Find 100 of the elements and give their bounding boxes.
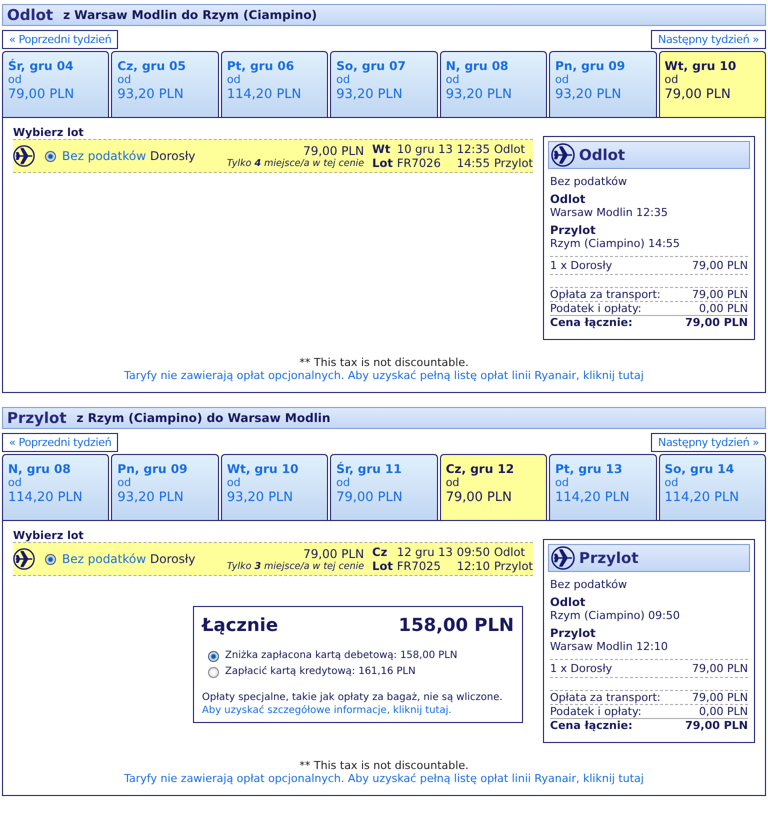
day-price: 93,20 PLN (117, 490, 185, 505)
passenger-count: 1 x Dorosły (550, 259, 612, 272)
day-price: 93,20 PLN (555, 87, 622, 102)
section-title: Przylot (7, 409, 67, 427)
flight-number: FR7025 (396, 559, 442, 573)
fare-radio[interactable] (45, 554, 56, 564)
payment-option-label: Zniżka zapłacona kartą debetową: 158,00 PLN (225, 650, 458, 661)
day-label: Śr, gru 04 (8, 59, 74, 73)
seats-note: Tylko 4 miejsce/a w tej cenie (226, 158, 364, 168)
from-label: od (555, 476, 570, 489)
day-tab[interactable]: N, gru 08 od 114,20 PLN (2, 454, 110, 520)
next-week-link[interactable]: Następny tydzień » (651, 433, 766, 452)
previous-week-link[interactable]: « Poprzedni tydzień (2, 30, 118, 49)
fare-type-link[interactable]: Bez podatków (62, 552, 146, 566)
day-price: 79,00 PLN (446, 490, 513, 505)
transport-fee-value: 79,00 PLN (692, 288, 748, 301)
payment-radio[interactable] (208, 667, 219, 678)
day-price: 79,00 PLN (664, 87, 732, 102)
tax-label: Podatek i opłaty: (550, 302, 642, 315)
fares-info-link[interactable]: Taryfy nie zawierają opłat opcjonalnych. Aby uzyskać pełną listę opłat linii Ryanair, kliknij tutaj (124, 772, 644, 785)
day-label: So, gru 14 (664, 462, 736, 476)
tax-note: ** This tax is not discountable. (299, 356, 469, 369)
day-label: N, gru 08 (8, 462, 72, 476)
total-title: Łącznie (202, 615, 278, 636)
passenger-price: 79,00 PLN (692, 259, 748, 272)
arrival-time: 14:55 (456, 156, 490, 170)
passenger-type: Dorosły (150, 149, 196, 163)
total-price-value: 79,00 PLN (685, 316, 748, 329)
previous-week-link[interactable]: « Poprzedni tydzień (2, 433, 118, 452)
choose-flight-label: Wybierz lot (13, 126, 85, 139)
passenger-price: 79,00 PLN (692, 662, 748, 675)
fare-price: 79,00 PLN (303, 546, 364, 560)
day-price: 114,20 PLN (664, 490, 740, 505)
flight-date: 12 gru 13 (396, 545, 453, 559)
flight-label: Lot (372, 156, 393, 170)
arrival-label: Przylot (494, 559, 533, 573)
departure-heading: Odlot (550, 192, 586, 206)
day-tab[interactable]: Śr, gru 04 od 79,00 PLN (2, 51, 110, 117)
plane-icon (551, 546, 575, 570)
from-label: od (336, 476, 351, 489)
fares-info-link[interactable]: Taryfy nie zawierają opłat opcjonalnych. Aby uzyskać pełną listę opłat linii Ryanair, kliknij tutaj (124, 369, 644, 382)
plane-icon (551, 143, 575, 167)
day-label: Pn, gru 09 (555, 59, 626, 73)
departure-time: 12:35 (456, 142, 490, 156)
transport-fee-value: 79,00 PLN (692, 691, 748, 704)
total-price-label: Cena łącznie: (550, 719, 633, 732)
fare-row[interactable]: Bez podatków Dorosły 79,00 PLN Tylko 4 miejsce/a w tej cenie Wt 10 gru 13 12:35 Odlot Lot FR7026 14:55 Przylot (13, 139, 533, 173)
fees-note: Opłaty specjalne, takie jak opłaty za bagaż, nie są wliczone. (202, 692, 504, 703)
departure-heading: Odlot (550, 595, 586, 609)
day-price: 93,20 PLN (446, 87, 513, 102)
day-price: 114,20 PLN (226, 87, 302, 102)
from-label: od (117, 73, 132, 86)
day-tab[interactable]: Wt, gru 10 od 93,20 PLN (220, 454, 328, 520)
route-text: z Warsaw Modlin do Rzym (Ciampino) (63, 8, 318, 22)
arrival-time: 12:10 (456, 559, 490, 573)
day-label: Pt, gru 06 (226, 59, 296, 73)
details-link[interactable]: Aby uzyskać szczegółowe informacje, kliknij tutaj. (202, 705, 452, 716)
tax-label: Podatek i opłaty: (550, 705, 642, 718)
arrival-info: Rzym (Ciampino) 14:55 (550, 237, 681, 250)
day-tab[interactable]: So, gru 07 od 93,20 PLN (330, 51, 438, 117)
day-tab[interactable]: Pt, gru 13 od 114,20 PLN (549, 454, 657, 520)
day-label: Wt, gru 10 (226, 462, 300, 476)
from-label: od (117, 476, 132, 489)
day-label: N, gru 08 (446, 59, 510, 73)
passenger-type: Dorosły (150, 552, 196, 566)
day-tab[interactable]: Cz, gru 05 od 93,20 PLN (111, 51, 219, 117)
next-week-link[interactable]: Następny tydzień » (651, 30, 766, 49)
day-label: Śr, gru 11 (336, 462, 403, 476)
day-tab[interactable]: Pt, gru 06 od 114,20 PLN (220, 51, 328, 117)
day-price: 79,00 PLN (8, 87, 76, 102)
fare-radio[interactable] (45, 150, 56, 162)
section-title: Odlot (7, 6, 54, 24)
total-price-label: Cena łącznie: (550, 316, 633, 329)
fare-row[interactable]: Bez podatków Dorosły 79,00 PLN Tylko 3 miejsce/a w tej cenie Cz 12 gru 13 09:50 Odlot Lot FR7025 12:10 Przylot (13, 542, 533, 576)
tax-note: ** This tax is not discountable. (299, 759, 469, 772)
day-tab[interactable]: So, gru 14 od 114,20 PLN (658, 454, 766, 520)
tax-value: 0,00 PLN (699, 302, 748, 315)
day-tab[interactable]: Śr, gru 11 od 79,00 PLN (330, 454, 438, 520)
departure-info: Warsaw Modlin 12:35 (550, 206, 669, 219)
day-abbr: Cz (372, 545, 388, 559)
fare-price: 79,00 PLN (303, 144, 364, 158)
from-label: od (226, 476, 242, 489)
departure-label: Odlot (494, 545, 526, 559)
flight-date: 10 gru 13 (396, 142, 453, 156)
day-label: Cz, gru 12 (446, 462, 516, 476)
payment-radio[interactable] (208, 651, 219, 662)
departure-label: Odlot (494, 142, 526, 156)
tax-value: 0,00 PLN (699, 705, 748, 718)
day-tab[interactable]: Cz, gru 12 od 79,00 PLN (440, 454, 548, 520)
fare-type: Bez podatków (550, 175, 628, 188)
fare-type-link[interactable]: Bez podatków (62, 149, 146, 163)
from-label: od (336, 73, 351, 86)
arrival-label: Przylot (494, 156, 533, 170)
day-tab[interactable]: Pn, gru 09 od 93,20 PLN (111, 454, 219, 520)
day-tab[interactable]: Wt, gru 10 od 79,00 PLN (658, 51, 766, 117)
plane-icon (13, 548, 35, 570)
day-tab[interactable]: Pn, gru 09 od 93,20 PLN (549, 51, 657, 117)
fare-type: Bez podatków (550, 578, 628, 591)
flight-label: Lot (372, 559, 393, 573)
day-tab[interactable]: N, gru 08 od 93,20 PLN (440, 51, 548, 117)
